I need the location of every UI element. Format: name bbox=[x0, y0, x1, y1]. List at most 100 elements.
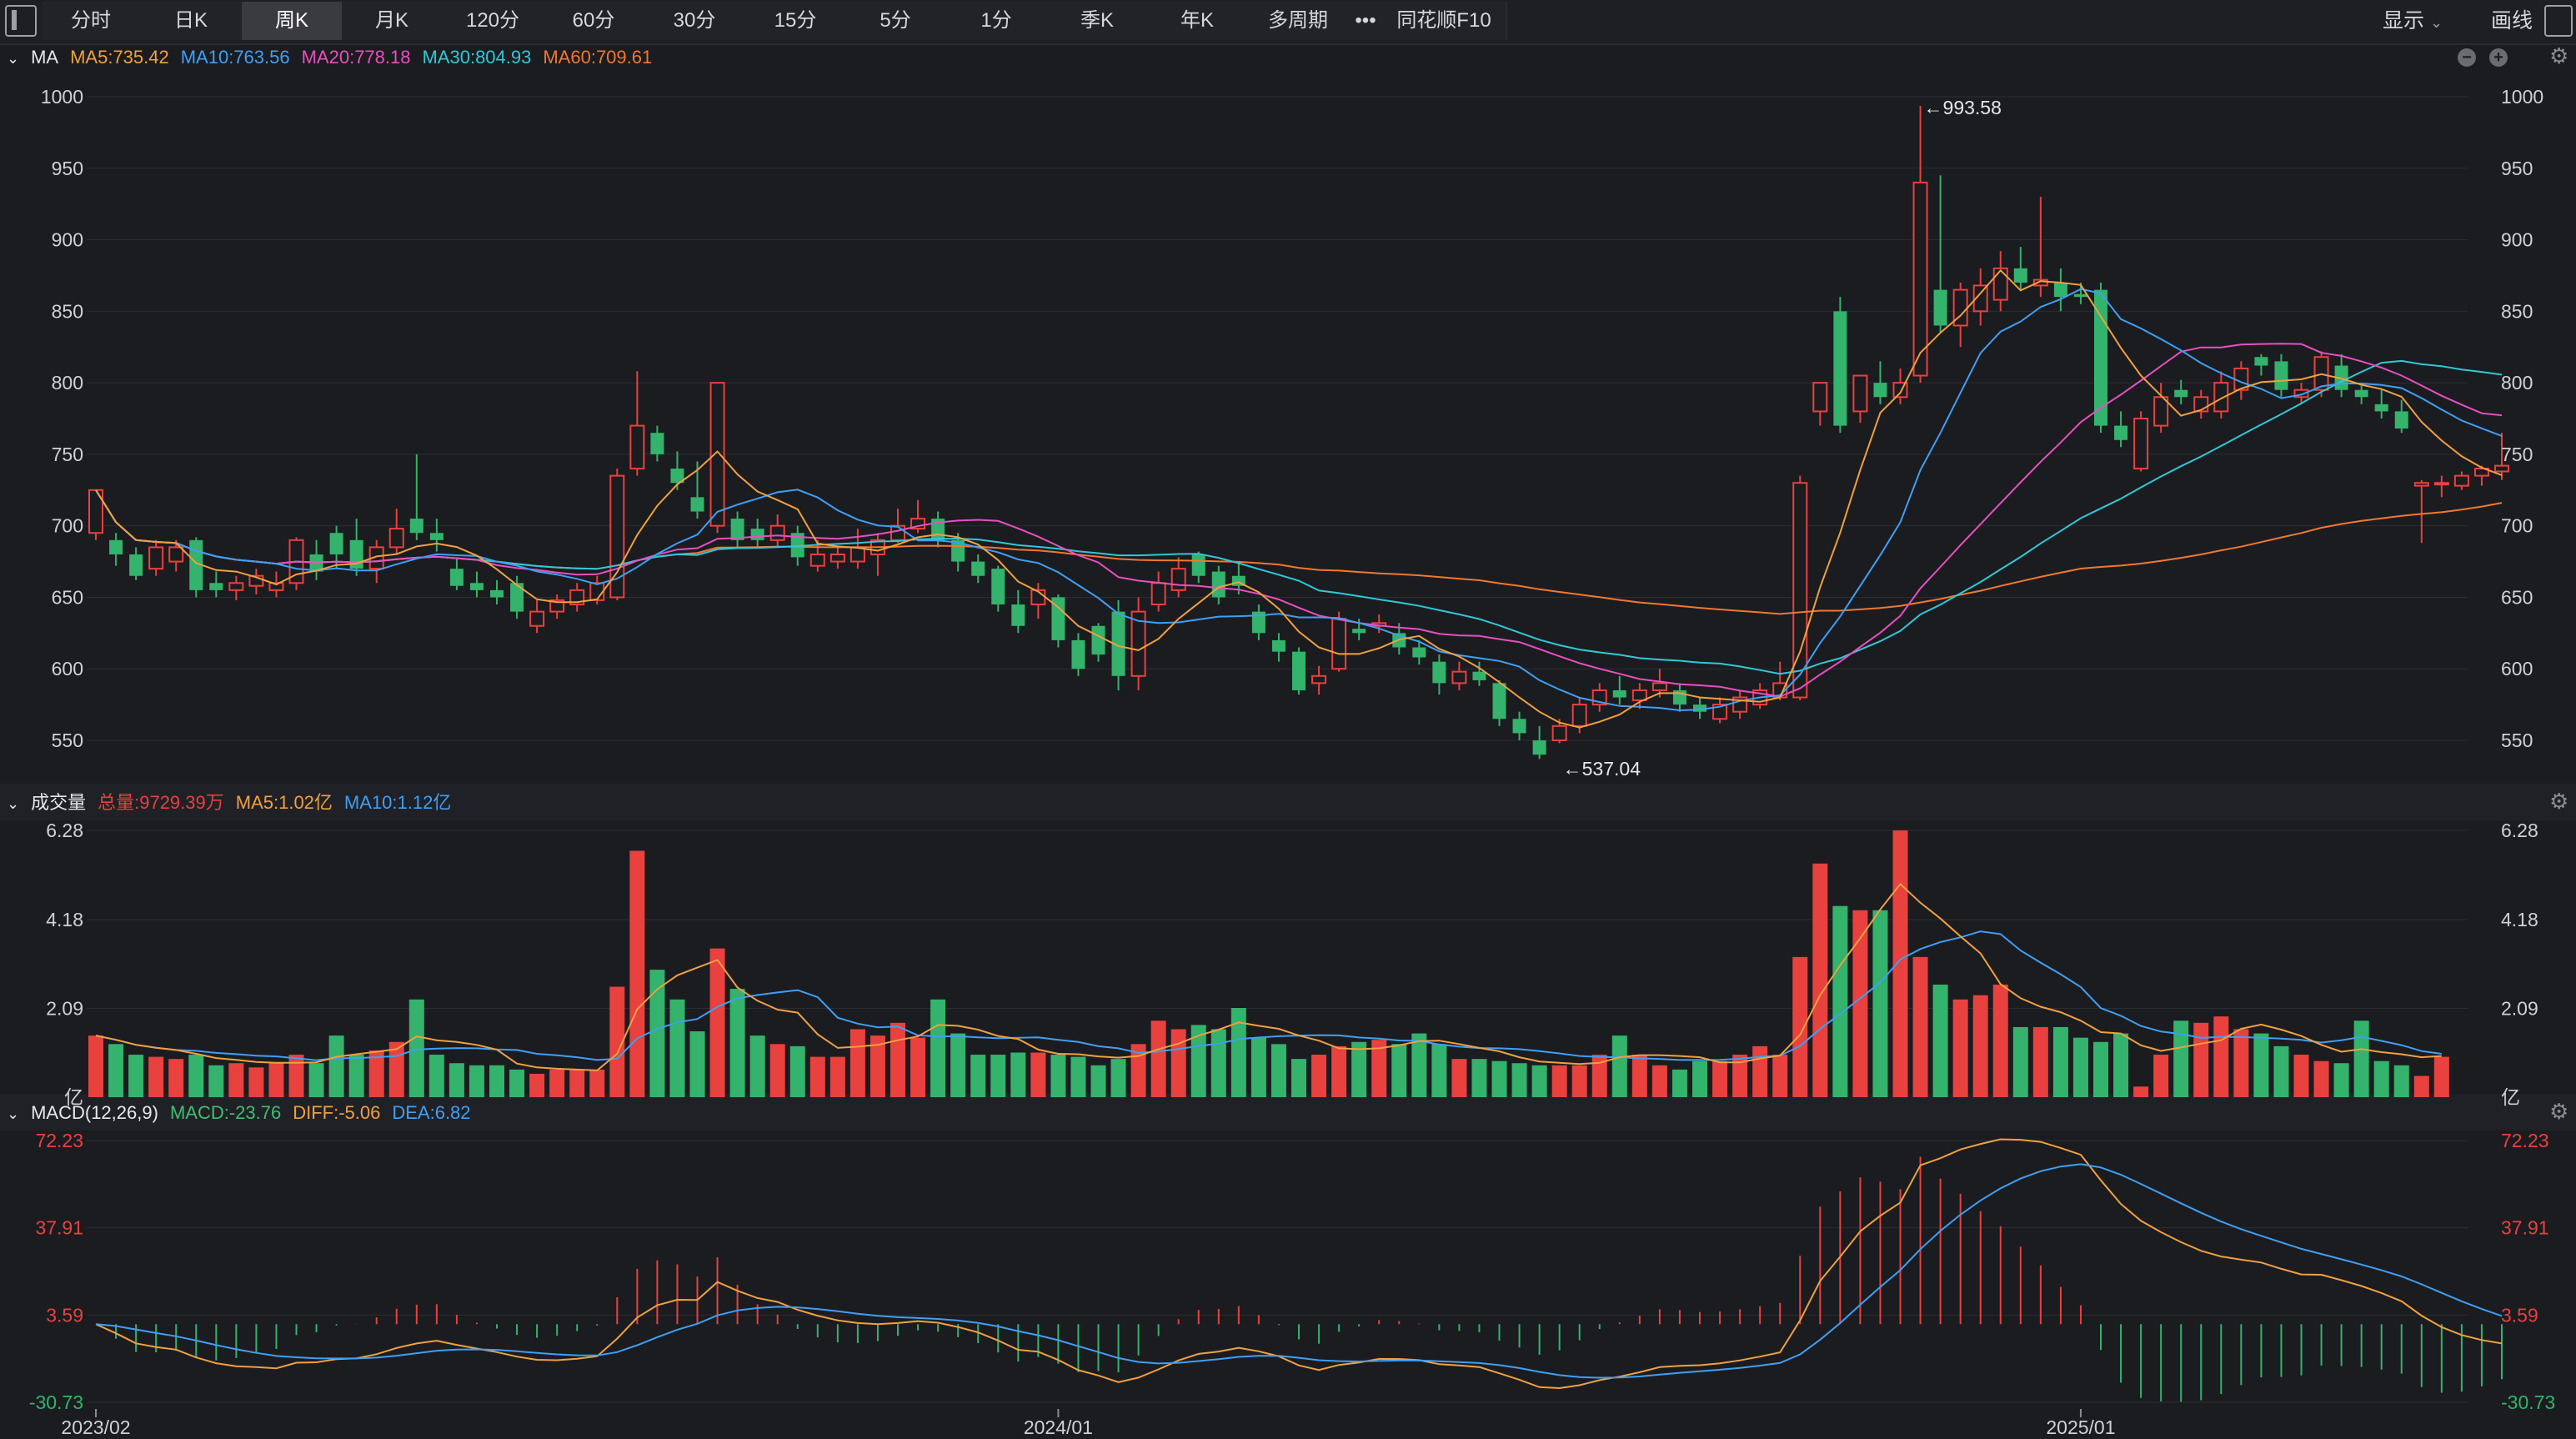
candle-body bbox=[1211, 571, 1225, 598]
volume-bar bbox=[1651, 1065, 1667, 1097]
volume-bar bbox=[2213, 1016, 2229, 1097]
candle-body bbox=[1651, 682, 1667, 691]
price-tick-left: 600 bbox=[52, 658, 83, 679]
minus-icon[interactable]: − bbox=[2458, 48, 2476, 67]
kline-chart[interactable]: 1000 1000 950 950 900 900 850 850 800 800 750 750 70… bbox=[0, 43, 2576, 1439]
volume-bar bbox=[348, 1055, 364, 1097]
volume-bar bbox=[1451, 1059, 1467, 1097]
chart-grid bbox=[0, 96, 2576, 1439]
extreme-annotation: ←537.04 bbox=[1563, 758, 1641, 780]
candle-body bbox=[529, 610, 545, 627]
candle-body bbox=[2013, 268, 2027, 283]
candle-body bbox=[1873, 383, 1887, 398]
tab-10[interactable]: 季K bbox=[1047, 2, 1149, 40]
macd-tick-right: 37.91 bbox=[2501, 1217, 2549, 1239]
axis-labels: 1000 1000 950 950 900 900 850 850 800 800 750 750 70… bbox=[29, 86, 2555, 1438]
volume-bar bbox=[1752, 1045, 1768, 1097]
gear-icon[interactable]: ⚙ bbox=[2549, 1099, 2568, 1125]
volume-tick-right: 6.28 bbox=[2501, 820, 2538, 841]
tab-1[interactable]: 日K bbox=[140, 2, 243, 40]
volume-bar bbox=[509, 1069, 525, 1097]
tab-14[interactable]: 同花顺F10 bbox=[1382, 2, 1507, 40]
volume-bar bbox=[2193, 1022, 2209, 1097]
price-tick-left: 950 bbox=[52, 158, 83, 179]
price-tick-left: 550 bbox=[52, 730, 83, 751]
volume-bar bbox=[88, 1035, 103, 1097]
volume-bar bbox=[1511, 1063, 1527, 1097]
chevron-down-icon[interactable]: ⌄ bbox=[7, 1106, 19, 1122]
display-label: 显示 bbox=[2383, 9, 2425, 33]
draw-button[interactable]: 画线 bbox=[2491, 0, 2533, 42]
candle-body bbox=[2354, 389, 2368, 398]
macd-tick-left: 72.23 bbox=[35, 1130, 83, 1151]
candle-body bbox=[1571, 704, 1587, 727]
candle-body bbox=[1292, 651, 1306, 690]
candle-body bbox=[1451, 670, 1467, 684]
volume-bar bbox=[749, 1035, 765, 1097]
panel-toggle-icon[interactable] bbox=[5, 5, 37, 37]
tab-7[interactable]: 15分 bbox=[745, 2, 847, 40]
volume-bar bbox=[669, 999, 685, 1097]
macd-panel-title: MACD(12,26,9) bbox=[31, 1102, 158, 1123]
layout-icon[interactable] bbox=[2544, 5, 2573, 37]
volume-bar bbox=[168, 1059, 184, 1097]
chevron-down-icon[interactable]: ⌄ bbox=[7, 50, 19, 67]
tab-3[interactable]: 月K bbox=[342, 2, 444, 40]
tab-5[interactable]: 60分 bbox=[544, 2, 645, 40]
candle-body bbox=[1492, 683, 1506, 720]
price-tick-right: 800 bbox=[2501, 372, 2533, 394]
tab-6[interactable]: 30分 bbox=[644, 2, 747, 40]
price-tick-right: 600 bbox=[2501, 658, 2533, 679]
tab-8[interactable]: 5分 bbox=[845, 2, 947, 40]
candle-body bbox=[2053, 283, 2067, 298]
volume-bar bbox=[1631, 1055, 1647, 1097]
tab-0[interactable]: 分时 bbox=[42, 2, 142, 40]
volume-tick-right: 亿 bbox=[2501, 1086, 2520, 1108]
tab-12[interactable]: 多周期 bbox=[1247, 2, 1351, 40]
candle-body bbox=[1551, 725, 1567, 741]
candle-body bbox=[629, 424, 645, 470]
volume-bar bbox=[108, 1044, 124, 1097]
volume-bar bbox=[1150, 1020, 1166, 1097]
candle-body bbox=[2073, 293, 2087, 298]
volume-bar bbox=[1210, 1029, 1226, 1097]
ma60-line bbox=[95, 489, 2503, 615]
price-tick-right: 900 bbox=[2501, 229, 2533, 251]
tab-4[interactable]: 120分 bbox=[442, 2, 545, 40]
tab-11[interactable]: 年K bbox=[1147, 2, 1249, 40]
volume-bar bbox=[970, 1055, 986, 1097]
indicator-value: MA5:735.42 bbox=[70, 47, 169, 68]
price-tick-left: 800 bbox=[52, 372, 83, 394]
chevron-down-icon[interactable]: ⌄ bbox=[7, 795, 19, 812]
volume-bar bbox=[709, 948, 725, 1097]
candle-body bbox=[1833, 311, 1847, 426]
gear-icon[interactable]: ⚙ bbox=[2549, 43, 2568, 69]
gear-icon[interactable]: ⚙ bbox=[2549, 789, 2568, 815]
candle-body bbox=[2433, 482, 2449, 486]
plus-icon[interactable]: + bbox=[2489, 48, 2508, 67]
volume-bar bbox=[308, 1063, 324, 1097]
volume-bar bbox=[1992, 984, 2008, 1097]
tab-13[interactable]: ••• bbox=[1349, 2, 1384, 40]
volume-bar bbox=[408, 999, 424, 1097]
candle-body bbox=[1091, 625, 1105, 655]
price-tick-right: 1000 bbox=[2501, 86, 2543, 108]
volume-bar bbox=[1912, 956, 1928, 1097]
volume-bar bbox=[1110, 1059, 1126, 1097]
volume-bar bbox=[809, 1056, 825, 1097]
tab-2[interactable]: 周K bbox=[242, 2, 343, 40]
candle-body bbox=[490, 589, 504, 598]
macd-tick-right: -30.73 bbox=[2501, 1391, 2555, 1413]
candle-body bbox=[429, 533, 444, 540]
volume-bar bbox=[829, 1056, 845, 1097]
display-menu[interactable]: 显示 ⌄ bbox=[2383, 0, 2443, 42]
volume-bar bbox=[2012, 1026, 2028, 1097]
volume-bar bbox=[2113, 1033, 2129, 1097]
volume-bar bbox=[1351, 1041, 1367, 1097]
extreme-annotation: ←993.58 bbox=[1924, 97, 2002, 118]
candle-body bbox=[809, 553, 825, 567]
volume-bar bbox=[1170, 1029, 1186, 1097]
price-tick-right: 750 bbox=[2501, 444, 2533, 465]
tab-9[interactable]: 1分 bbox=[945, 2, 1049, 40]
indicator-value: MA30:804.93 bbox=[422, 47, 532, 68]
